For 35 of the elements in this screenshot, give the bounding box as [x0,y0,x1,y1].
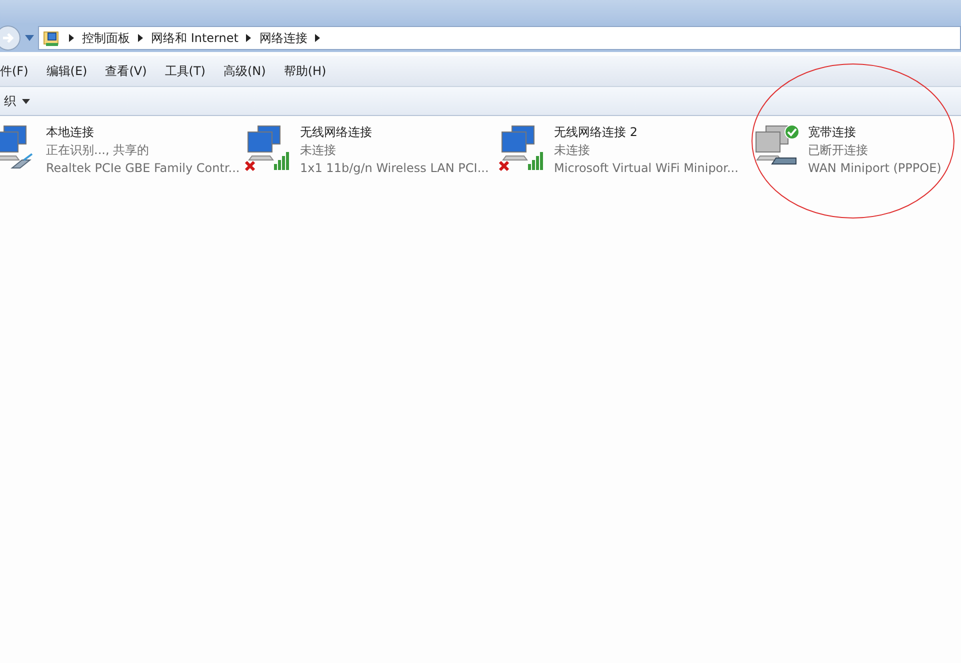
connection-status: 未连接 [300,142,337,158]
adapter-name: Microsoft Virtual WiFi Minipor... [554,160,738,176]
connection-name: 本地连接 [46,124,95,140]
chevron-icon[interactable] [69,34,74,42]
menu-item[interactable]: 编辑(E) [46,62,88,80]
breadcrumb-link[interactable]: 网络连接 [259,30,308,46]
dropdown-icon[interactable] [25,35,34,41]
connection-name: 宽带连接 [808,124,857,140]
connection-item[interactable]: 本地连接 正在识别..., 共享的 Realtek PCIe GBE Family Contr... [0,124,244,176]
connection-name: 无线网络连接 2 [554,124,638,140]
connection-item[interactable]: 无线网络连接 2 未连接 Microsoft Virtual WiFi Minipor... [498,124,752,176]
caret-icon [22,98,30,104]
breadcrumb-link[interactable]: 控制面板 [82,30,130,46]
connection-status: 未连接 [554,142,591,158]
breadcrumb-link[interactable]: 网络和 Internet [151,30,238,46]
connection-status: 已断开连接 [808,142,869,158]
menu-item[interactable]: 工具(T) [164,62,206,80]
menu-item[interactable]: 高级(N) [224,62,266,80]
connection-item[interactable]: 宽带连接 已断开连接 WAN Miniport (PPPOE) [752,124,961,176]
adapter-name: Realtek PCIe GBE Family Contr... [46,160,240,176]
chevron-icon[interactable] [315,34,320,42]
menu-item[interactable]: 帮助(H) [284,62,326,80]
forward-button[interactable] [0,25,21,51]
adapter-name: 1x1 11b/g/n Wireless LAN PCI... [300,160,489,176]
chevron-icon[interactable] [246,34,252,42]
address-bar[interactable]: 控制面板 网络和 Internet 网络连接 [38,26,961,50]
chevron-icon[interactable] [138,34,143,42]
adapter-name: WAN Miniport (PPPOE) [808,160,942,176]
menu-item[interactable]: 件(F) [0,62,28,80]
connection-name: 无线网络连接 [300,124,373,140]
menu-item[interactable]: 查看(V) [105,62,147,80]
connection-item[interactable]: 无线网络连接 未连接 1x1 11b/g/n Wireless LAN PCI... [244,124,498,176]
organize-button[interactable]: 织 [4,92,30,110]
connection-status: 正在识别..., 共享的 [46,142,150,158]
network-folder-icon [43,29,61,47]
